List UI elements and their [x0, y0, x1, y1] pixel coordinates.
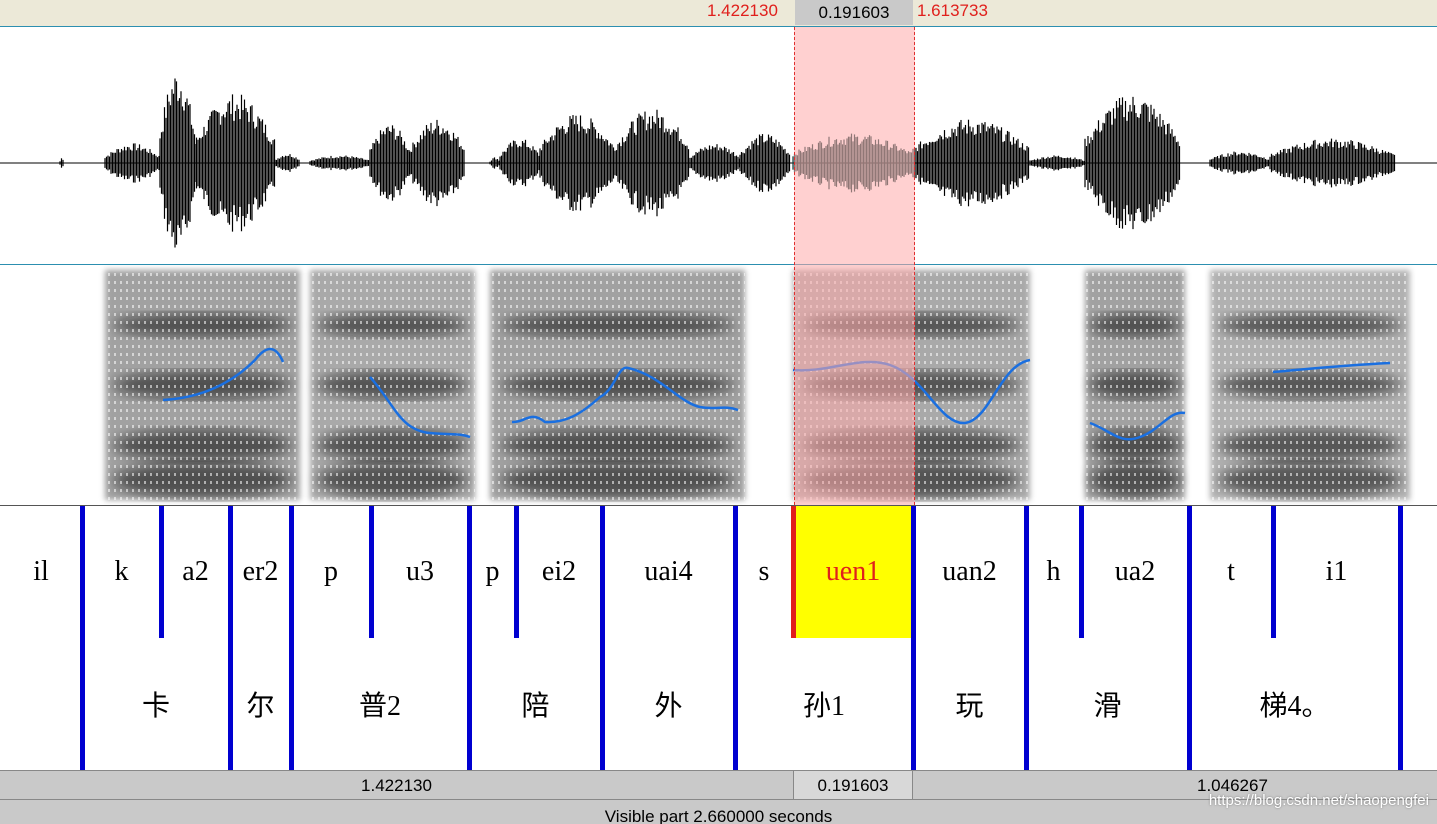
phoneme-boundary[interactable]	[80, 506, 85, 638]
character-boundary[interactable]	[1024, 638, 1029, 770]
spectrogram-texture	[310, 270, 475, 500]
tier1-interval[interactable]: a2	[161, 506, 230, 638]
watermark-text: https://blog.csdn.net/shaopengfei	[1208, 792, 1429, 809]
character-boundary[interactable]	[1398, 638, 1403, 770]
spectrogram-texture	[1210, 270, 1410, 500]
spectrogram-plot	[105, 270, 1410, 500]
character-boundary[interactable]	[600, 638, 605, 770]
tier1-interval[interactable]: p	[291, 506, 371, 638]
tier1-interval[interactable]: u3	[371, 506, 469, 638]
character-boundary[interactable]	[80, 638, 85, 770]
time-before-selection[interactable]: 1.422130	[0, 771, 794, 799]
character-boundary[interactable]	[228, 638, 233, 770]
phoneme-boundary[interactable]	[1271, 506, 1276, 638]
tier1-interval[interactable]: h	[1026, 506, 1081, 638]
phoneme-boundary[interactable]	[1024, 506, 1029, 638]
character-boundary[interactable]	[467, 638, 472, 770]
tier2-interval[interactable]: 玩	[913, 638, 1026, 770]
phoneme-boundary[interactable]	[159, 506, 164, 638]
waveform-segment	[369, 125, 410, 201]
tier2-interval[interactable]: 卡	[82, 638, 230, 770]
tier1-interval[interactable]: er2	[230, 506, 291, 638]
phoneme-boundary[interactable]	[791, 506, 796, 638]
waveform-segment	[499, 139, 540, 187]
tier2-interval[interactable]: 陪	[469, 638, 602, 770]
character-tier[interactable]: 卡尔普2 陪外孙1 玩滑梯4。	[0, 638, 1437, 771]
phoneme-tier[interactable]: il k a2 er2 p u3 p ei2 uai4 s uen1 uan2 h ua2 t i1	[0, 505, 1437, 639]
character-boundary[interactable]	[289, 638, 294, 770]
waveform-segment	[1029, 155, 1085, 171]
tier1-interval[interactable]: p	[469, 506, 516, 638]
tier1-interval[interactable]: i1	[1273, 506, 1400, 638]
character-boundary[interactable]	[1187, 638, 1192, 770]
phoneme-boundary[interactable]	[733, 506, 738, 638]
phoneme-boundary[interactable]	[514, 506, 519, 638]
phoneme-boundary[interactable]	[600, 506, 605, 638]
selection-end-time: 1.613733	[917, 1, 988, 20]
tier1-interval[interactable]: ei2	[516, 506, 602, 638]
selection-duration-bottom[interactable]: 0.191603	[794, 771, 913, 799]
selection-time-bar: 1.422130 0.191603 1.613733	[0, 0, 1437, 27]
tier2-interval[interactable]: 外	[602, 638, 735, 770]
waveform-segment	[104, 143, 160, 183]
spectrogram-texture	[490, 270, 745, 500]
phoneme-boundary[interactable]	[289, 506, 294, 638]
tier2-interval[interactable]: 尔	[230, 638, 291, 770]
tier2-interval[interactable]: 普2	[291, 638, 469, 770]
phoneme-boundary[interactable]	[1398, 506, 1403, 638]
tier1-interval[interactable]: t	[1189, 506, 1273, 638]
tier1-interval[interactable]: uan2	[913, 506, 1026, 638]
character-boundary[interactable]	[733, 638, 738, 770]
tier1-interval[interactable]: k	[82, 506, 161, 638]
spectrogram-panel[interactable]	[0, 265, 1437, 505]
waveform-segment	[274, 154, 300, 172]
waveform-segment	[409, 119, 465, 207]
tier2-interval[interactable]: 孙1	[735, 638, 913, 770]
phoneme-boundary[interactable]	[911, 506, 916, 638]
waveform-segment	[59, 158, 64, 168]
phoneme-boundary[interactable]	[1187, 506, 1192, 638]
phoneme-boundary[interactable]	[1079, 506, 1084, 638]
selection-duration[interactable]: 0.191603	[795, 0, 913, 25]
tier1-interval[interactable]: ua2	[1081, 506, 1189, 638]
selection-start-time: 1.422130	[707, 1, 778, 20]
tier2-interval[interactable]: 滑	[1026, 638, 1189, 770]
tier1-interval[interactable]: uai4	[602, 506, 735, 638]
waveform-segment	[489, 157, 500, 169]
waveform-panel[interactable]	[0, 27, 1437, 265]
waveform-plot	[0, 78, 1437, 248]
spectrogram-texture	[1085, 270, 1185, 500]
character-boundary[interactable]	[911, 638, 916, 770]
tier1-interval[interactable]: uen1	[793, 506, 913, 638]
tier1-interval[interactable]: s	[735, 506, 793, 638]
spectrogram-texture	[793, 270, 1030, 500]
phoneme-boundary[interactable]	[369, 506, 374, 638]
phoneme-boundary[interactable]	[467, 506, 472, 638]
tier2-interval[interactable]: 梯4。	[1189, 638, 1400, 770]
phoneme-boundary[interactable]	[228, 506, 233, 638]
tier1-interval[interactable]: il	[0, 506, 82, 638]
spectrogram-texture	[105, 270, 300, 500]
